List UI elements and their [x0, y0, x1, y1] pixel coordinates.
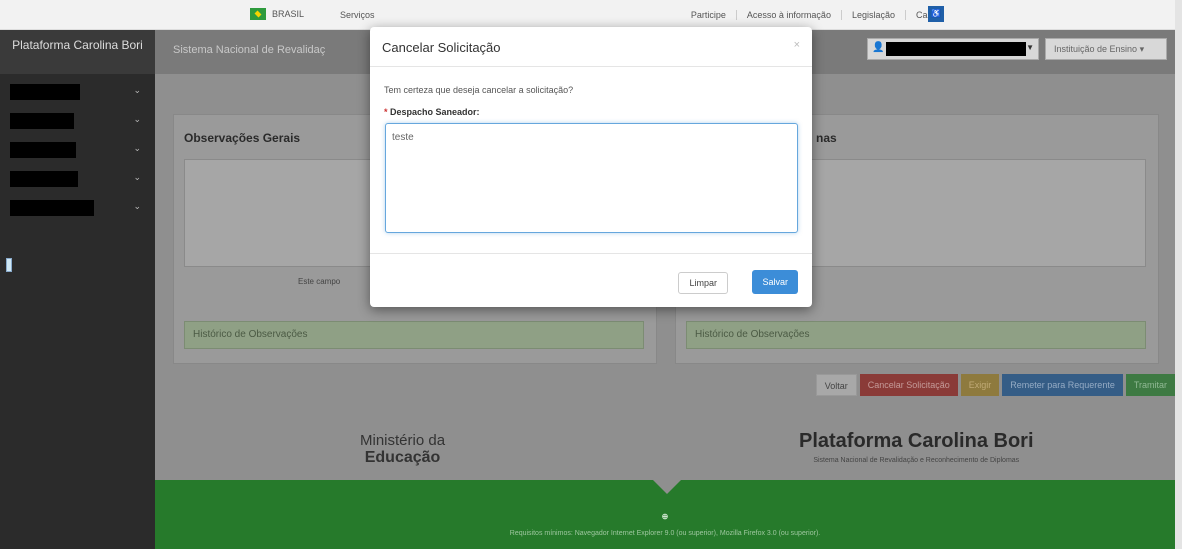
gov-link-legislacao[interactable]: Legislação [840, 10, 895, 20]
system-title: Sistema Nacional de Revalidaç [173, 44, 326, 56]
mec-line2: Educação [364, 449, 441, 466]
browser-requirements: Requisitos mínimos: Navegador Internet E… [509, 530, 821, 537]
historico-observacoes[interactable]: Histórico de Observações [686, 321, 1146, 349]
user-icon: 👤 [872, 42, 885, 53]
footer-notch [653, 480, 681, 494]
limpar-button[interactable]: Limpar [678, 272, 728, 294]
required-mark: * [384, 107, 388, 117]
tramitar-button[interactable]: Tramitar [1125, 374, 1175, 396]
browser-icon: ⊕ [661, 512, 669, 521]
chevron-down-icon: ⌄ [133, 172, 141, 182]
sidebar-item-3[interactable]: ⌄ [0, 136, 155, 165]
bori-subtitle: Sistema Nacional de Revalidação e Reconh… [813, 457, 1020, 464]
despacho-label: * Despacho Saneador: [384, 107, 480, 117]
brasil-label: BRASIL [272, 9, 305, 19]
close-icon[interactable]: × [794, 39, 800, 51]
historico-observacoes[interactable]: Histórico de Observações [184, 321, 644, 349]
gov-links: Participe Acesso à informação Legislação… [691, 10, 944, 20]
institution-menu[interactable]: Instituição de Ensino ▾ [1045, 38, 1167, 60]
exigir-button[interactable]: Exigir [960, 374, 1000, 396]
despacho-saneador-textarea[interactable]: teste [385, 123, 798, 233]
mec-line1: Ministério da [360, 432, 446, 449]
redacted-label [10, 113, 74, 129]
field-hint: Este campo [298, 277, 341, 286]
brazil-flag-icon [250, 8, 266, 20]
remeter-requerente-button[interactable]: Remeter para Requerente [1002, 374, 1123, 396]
footer-green: ⊕ Requisitos mínimos: Navegador Internet… [155, 480, 1175, 549]
panel-title: nas [816, 131, 837, 145]
chevron-down-icon: ⌄ [133, 114, 141, 124]
footer-logos: Ministério da Educação Plataforma Caroli… [155, 414, 1175, 480]
cancelar-solicitacao-modal: Cancelar Solicitação × Tem certeza que d… [370, 27, 812, 307]
gov-top-bar: BRASIL Serviços Participe Acesso à infor… [0, 0, 1182, 30]
confirmation-question: Tem certeza que deseja cancelar a solici… [384, 85, 574, 95]
caret-down-icon: ▼ [1026, 43, 1034, 52]
institution-label: Instituição de Ensino [1054, 44, 1138, 54]
redacted-label [10, 200, 94, 216]
modal-footer: Limpar Salvar [370, 253, 812, 307]
chevron-down-icon: ⌄ [133, 85, 141, 95]
gov-link-participe[interactable]: Participe [691, 10, 726, 20]
servicos-link[interactable]: Serviços [340, 10, 375, 20]
chevron-down-icon: ⌄ [133, 143, 141, 153]
mec-logo: Ministério da Educação [360, 432, 445, 467]
sidebar: Plataforma Carolina Bori ⌄ ⌄ ⌄ ⌄ ⌄ [0, 30, 155, 549]
brasil-link[interactable]: BRASIL [250, 8, 304, 20]
sidebar-brand[interactable]: Plataforma Carolina Bori [0, 30, 155, 74]
redacted-label [10, 171, 78, 187]
sidebar-item-4[interactable]: ⌄ [0, 165, 155, 194]
modal-header: Cancelar Solicitação × [370, 27, 812, 67]
sidebar-toggle-handle[interactable] [6, 258, 12, 272]
sidebar-item-1[interactable]: ⌄ [0, 78, 155, 107]
action-buttons: Voltar Cancelar Solicitação Exigir Remet… [815, 374, 1175, 396]
window-edge [1175, 0, 1182, 549]
cancelar-solicitacao-button[interactable]: Cancelar Solicitação [859, 374, 958, 396]
redacted-label [10, 142, 76, 158]
modal-title: Cancelar Solicitação [382, 40, 501, 55]
redacted-label [10, 84, 80, 100]
bori-logo: Plataforma Carolina Bori Sistema Naciona… [799, 430, 1034, 464]
gov-accessibility-icon[interactable]: ♿ [928, 6, 944, 22]
sidebar-item-5[interactable]: ⌄ [0, 194, 155, 223]
redacted-username [886, 42, 1026, 56]
despacho-label-text: Despacho Saneador: [390, 107, 480, 117]
panel-title: Observações Gerais [184, 131, 301, 145]
user-menu[interactable]: 👤 ▼ [867, 38, 1039, 60]
chevron-down-icon: ⌄ [133, 201, 141, 211]
bori-title: Plataforma Carolina Bori [799, 430, 1034, 452]
voltar-button[interactable]: Voltar [815, 374, 857, 396]
salvar-button[interactable]: Salvar [752, 270, 798, 294]
sidebar-item-2[interactable]: ⌄ [0, 107, 155, 136]
gov-link-acesso[interactable]: Acesso à informação [735, 10, 831, 20]
